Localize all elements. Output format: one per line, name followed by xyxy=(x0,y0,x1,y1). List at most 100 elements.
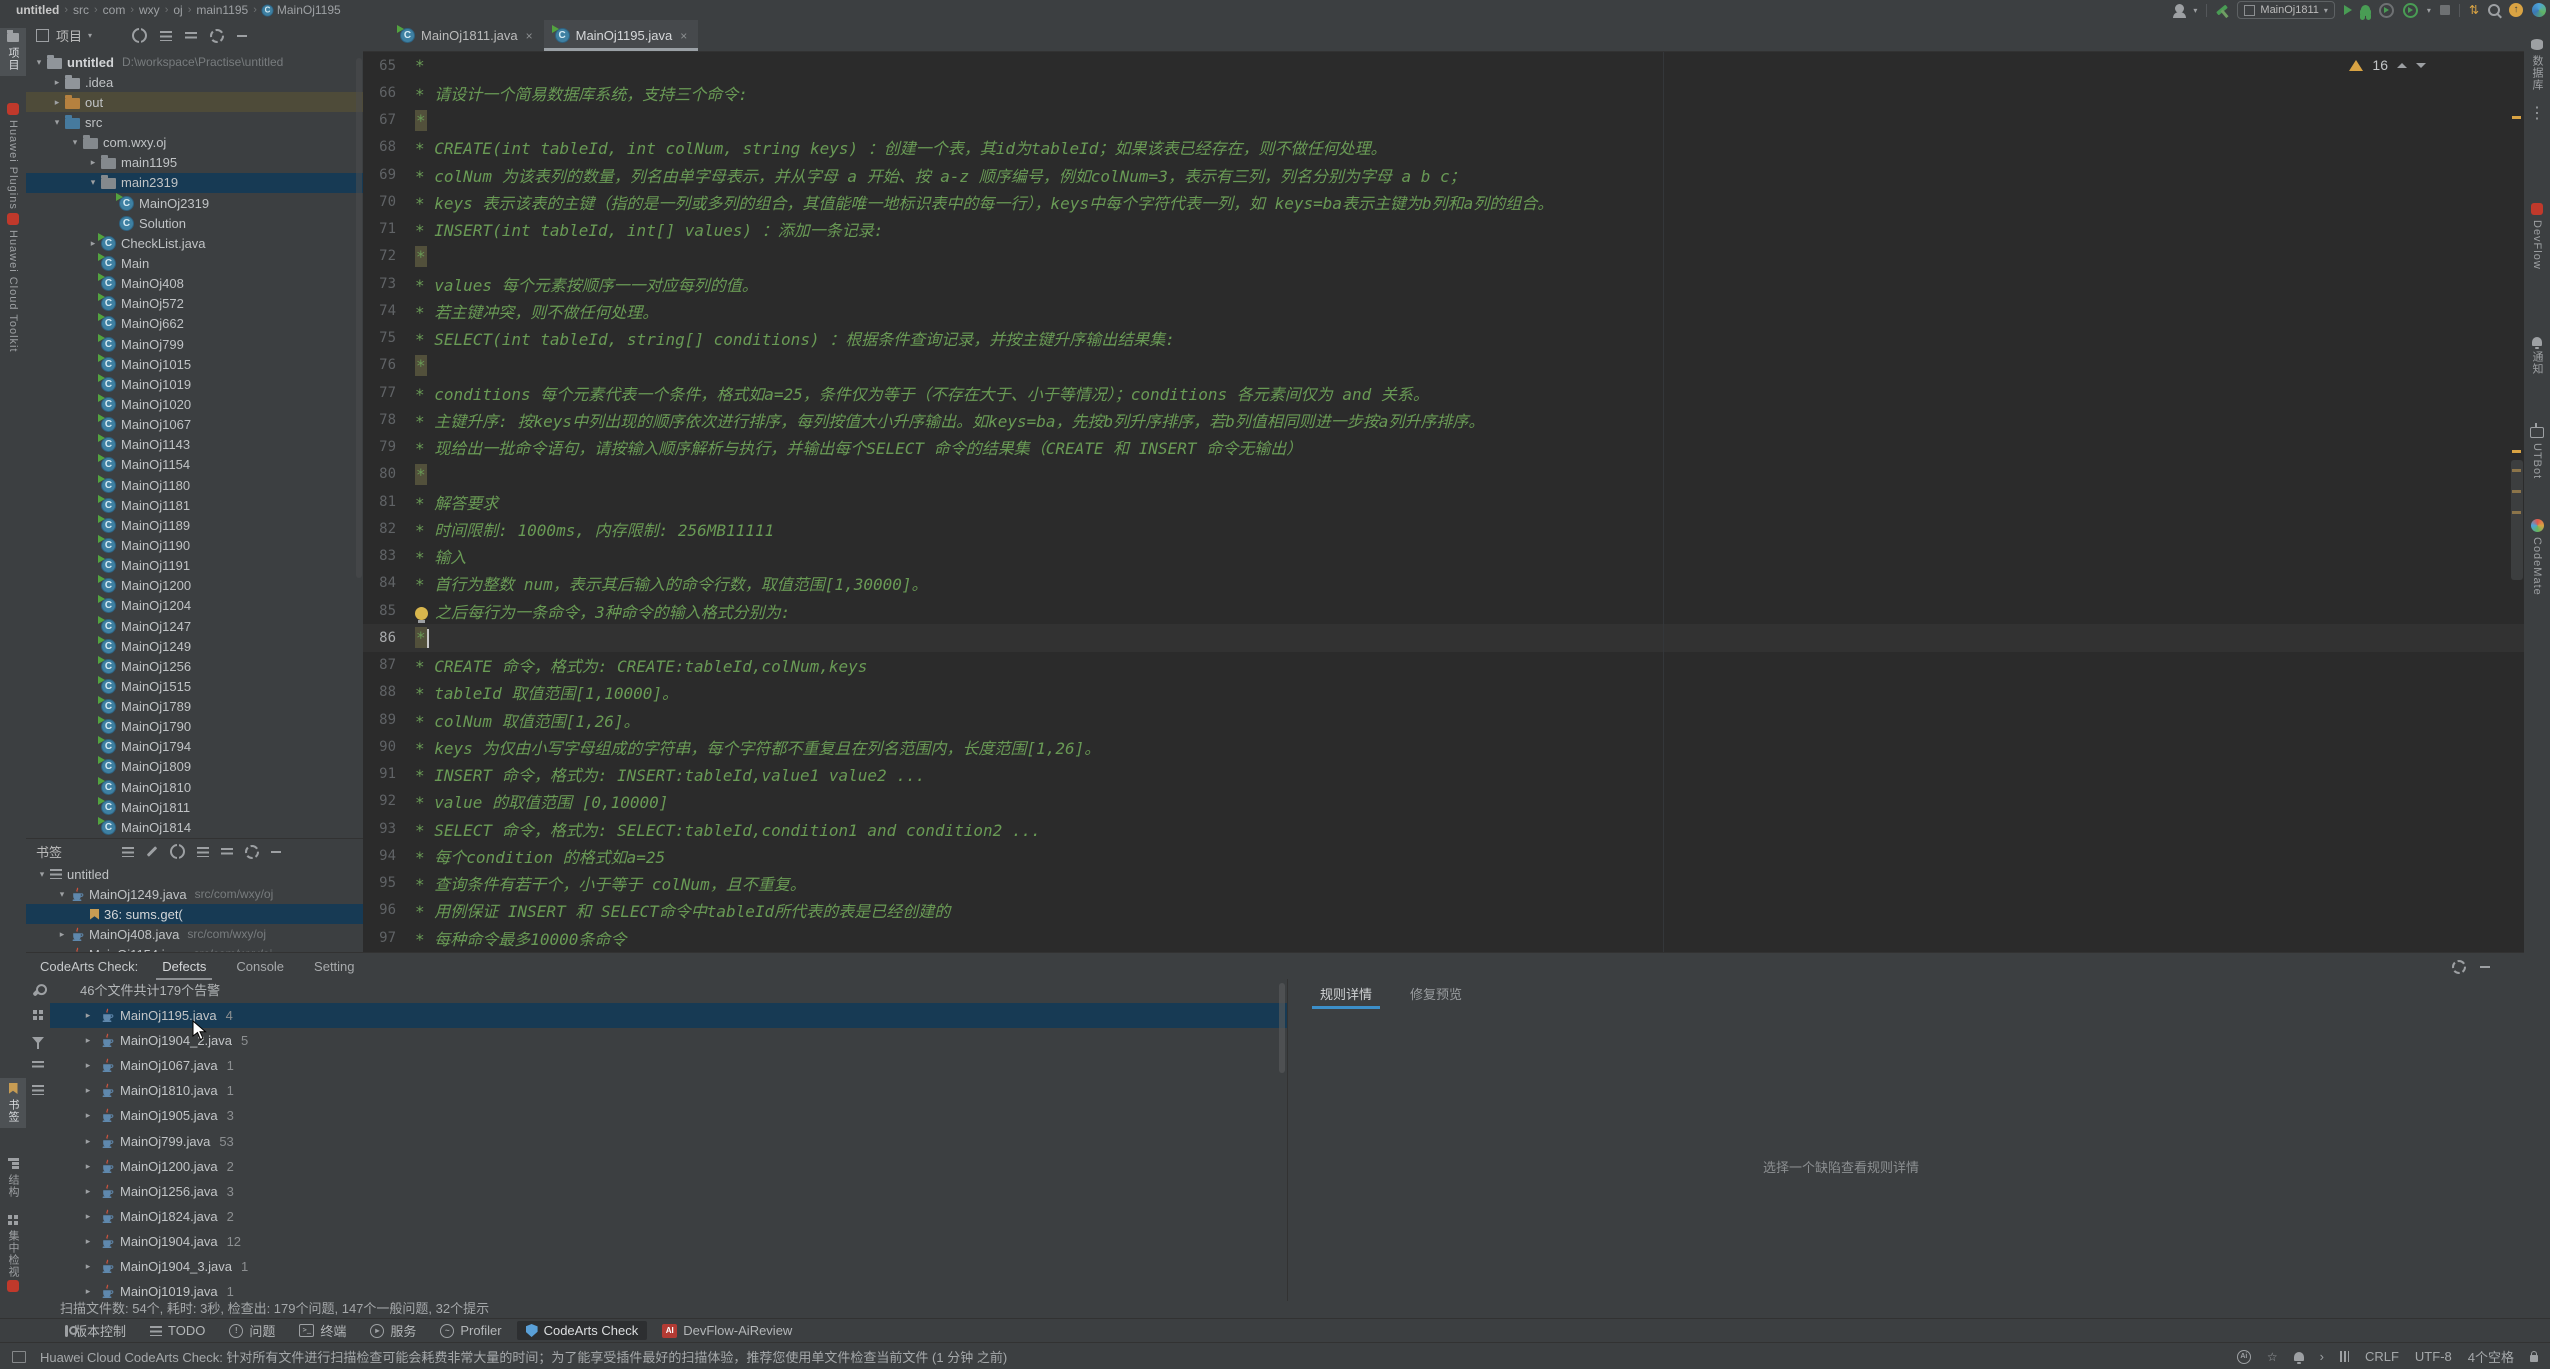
toolwindow-button-Profiler[interactable]: ~Profiler xyxy=(431,1321,510,1340)
project-panel-title[interactable]: 项目 xyxy=(56,26,82,45)
project-tree-row[interactable]: CMainOj1189 xyxy=(26,515,363,535)
warning-mark[interactable] xyxy=(2512,116,2521,119)
tree-toggle-icon[interactable]: ▾ xyxy=(49,117,65,128)
error-stripe[interactable] xyxy=(2510,52,2524,952)
expand-all-icon[interactable] xyxy=(32,1085,44,1095)
line-separator-indicator[interactable]: CRLF xyxy=(2365,1349,2399,1364)
project-tree-row[interactable]: CMainOj1809 xyxy=(26,757,363,777)
line-number[interactable]: 92 xyxy=(363,793,409,809)
toolwindow-button-CodeArts Check[interactable]: CodeArts Check xyxy=(517,1321,648,1340)
code-text[interactable]: * 请设计一个简易数据库系统，支持三个命令: xyxy=(409,81,748,105)
run-configuration-select[interactable]: MainOj1811 ▾ xyxy=(2237,1,2335,19)
code-line-67[interactable]: 67* xyxy=(363,107,2524,134)
project-tree-row[interactable]: ▾com.wxy.oj xyxy=(26,133,363,153)
code-text[interactable]: * 解答要求 xyxy=(409,490,498,514)
line-number[interactable]: 81 xyxy=(363,494,409,510)
project-tree-row[interactable]: CMainOj1190 xyxy=(26,535,363,555)
stripe-item-数据库[interactable]: 数据库 xyxy=(2524,34,2550,96)
tree-toggle-icon[interactable]: ▸ xyxy=(80,1136,96,1147)
code-line-96[interactable]: 96* 用例保证 INSERT 和 SELECT命令中tableId所代表的表是… xyxy=(363,897,2524,924)
project-tree-row[interactable]: CMainOj1019 xyxy=(26,374,363,394)
tree-toggle-icon[interactable]: ▸ xyxy=(80,1010,96,1021)
chevron-down-icon[interactable]: ▾ xyxy=(88,31,92,40)
collapse-all-icon[interactable] xyxy=(32,1061,44,1068)
project-tree-row[interactable]: ▾src xyxy=(26,112,363,132)
bookmark-tree-row[interactable]: ▾MainOj1249.javasrc/com/wxy/oj xyxy=(26,884,363,904)
hide-panel-icon[interactable] xyxy=(237,35,247,37)
code-line-81[interactable]: 81* 解答要求 xyxy=(363,488,2524,515)
tree-toggle-icon[interactable]: ▾ xyxy=(54,889,70,900)
encoding-indicator[interactable]: UTF-8 xyxy=(2415,1349,2452,1364)
code-line-87[interactable]: 87* CREATE 命令，格式为: CREATE:tableId,colNum… xyxy=(363,652,2524,679)
project-tree-row[interactable]: CMainOj1515 xyxy=(26,676,363,696)
intention-bulb-icon[interactable] xyxy=(415,607,428,620)
close-tab-icon[interactable]: × xyxy=(526,29,533,43)
code-line-83[interactable]: 83* 输入 xyxy=(363,543,2524,570)
project-tree-row[interactable]: CMainOj1814 xyxy=(26,817,363,837)
defect-file-row[interactable]: ▸MainOj1904_3.java1 xyxy=(50,1254,1287,1279)
run-button[interactable] xyxy=(2344,5,2352,15)
code-line-95[interactable]: 95* 查询条件有若干个，小于等于 colNum，且不重复。 xyxy=(363,870,2524,897)
project-tree-row[interactable]: CMainOj799 xyxy=(26,334,363,354)
editor-body[interactable]: 65*66* 请设计一个简易数据库系统，支持三个命令:67*68* CREATE… xyxy=(363,52,2524,952)
stripe-item-UTBot[interactable]: UTBot xyxy=(2524,418,2550,484)
restore-windows-icon[interactable] xyxy=(12,1351,26,1363)
project-tree-row[interactable]: CMainOj1247 xyxy=(26,616,363,636)
panel-hide-icon[interactable] xyxy=(2480,966,2490,968)
tree-toggle-icon[interactable]: ▸ xyxy=(80,1236,96,1247)
tree-toggle-icon[interactable]: ▾ xyxy=(31,57,47,68)
code-line-71[interactable]: 71* INSERT(int tableId, int[] values) ：添… xyxy=(363,216,2524,243)
defect-file-row[interactable]: ▸MainOj1200.java2 xyxy=(50,1154,1287,1179)
build-hammer-icon[interactable] xyxy=(2217,5,2229,16)
line-number[interactable]: 93 xyxy=(363,821,409,837)
breadcrumb-item[interactable]: main1195 xyxy=(196,3,248,17)
line-number[interactable]: 84 xyxy=(363,575,409,591)
code-line-84[interactable]: 84* 首行为整数 num，表示其后输入的命令行数，取值范围[1,30000]。 xyxy=(363,570,2524,597)
breadcrumb-item[interactable]: untitled xyxy=(16,3,59,17)
expand-all-icon[interactable] xyxy=(160,31,172,41)
project-tree-row[interactable]: CMain xyxy=(26,253,363,273)
defect-file-row[interactable]: ▸MainOj1904.java12 xyxy=(50,1229,1287,1254)
tree-toggle-icon[interactable]: ▸ xyxy=(80,1161,96,1172)
defects-scrollbar[interactable] xyxy=(1279,983,1285,1073)
stripe-more-icon[interactable]: ⋮ xyxy=(2524,98,2550,128)
line-number[interactable]: 69 xyxy=(363,167,409,183)
code-text[interactable]: * 每个condition 的格式如a=25 xyxy=(409,844,665,868)
tree-toggle-icon[interactable]: ▸ xyxy=(80,1035,96,1046)
line-number[interactable]: 76 xyxy=(363,357,409,373)
editor-tab-MainOj1811.java[interactable]: CMainOj1811.java× xyxy=(389,20,544,51)
defect-file-row[interactable]: ▸MainOj1824.java2 xyxy=(50,1204,1287,1229)
toolwindow-button-TODO[interactable]: TODO xyxy=(141,1321,214,1340)
project-tree-row[interactable]: CMainOj408 xyxy=(26,274,363,294)
ide-services-icon[interactable] xyxy=(2532,3,2546,17)
project-tree-row[interactable]: ▾main2319 xyxy=(26,173,363,193)
line-number[interactable]: 71 xyxy=(363,221,409,237)
bookmarks-collapse-all-icon[interactable] xyxy=(221,848,233,855)
code-text[interactable]: * xyxy=(409,356,427,375)
code-line-92[interactable]: 92* value 的取值范围 [0,10000] xyxy=(363,788,2524,815)
code-line-90[interactable]: 90* keys 为仅由小写字母组成的字符串，每个字符都不重复且在列名范围内，长… xyxy=(363,733,2524,760)
code-line-89[interactable]: 89* colNum 取值范围[1,26]。 xyxy=(363,706,2524,733)
breadcrumb-item[interactable]: com xyxy=(103,3,126,17)
project-tree-row[interactable]: CMainOj1790 xyxy=(26,717,363,737)
code-area[interactable]: 65*66* 请设计一个简易数据库系统，支持三个命令:67*68* CREATE… xyxy=(363,52,2524,951)
line-number[interactable]: 86 xyxy=(363,630,409,646)
stripe-item-review-icon[interactable] xyxy=(0,1275,26,1297)
code-text[interactable]: * tableId 取值范围[1,10000]。 xyxy=(409,680,678,704)
editor-tab-MainOj1195.java[interactable]: CMainOj1195.java× xyxy=(544,20,699,51)
line-number[interactable]: 70 xyxy=(363,194,409,210)
defect-file-row[interactable]: ▸MainOj1904_2.java5 xyxy=(50,1028,1287,1053)
code-text[interactable]: * keys 为仅由小写字母组成的字符串，每个字符都不重复且在列名范围内，长度范… xyxy=(409,735,1100,759)
stripe-item-project[interactable]: 项目 xyxy=(0,28,26,76)
chevron-right-icon[interactable]: › xyxy=(2320,1349,2324,1364)
project-tree-row[interactable]: CMainOj1191 xyxy=(26,556,363,576)
line-number[interactable]: 95 xyxy=(363,875,409,891)
tree-toggle-icon[interactable]: ▸ xyxy=(80,1186,96,1197)
bookmarks-hide-icon[interactable] xyxy=(271,851,281,853)
bookmark-tree-row[interactable]: ▸MainOj1154.javasrc/com/wxy/oj xyxy=(26,944,363,952)
panel-settings-gear-icon[interactable] xyxy=(2452,960,2466,974)
code-line-78[interactable]: 78* 主键升序: 按keys中列出现的顺序依次进行排序，每列按值大小升序输出。… xyxy=(363,406,2524,433)
tab-修复预览[interactable]: 修复预览 xyxy=(1408,979,1464,1008)
code-text[interactable]: * keys 表示该表的主键（指的是一列或多列的组合，其值能唯一地标识表中的每一… xyxy=(409,190,1553,214)
project-tree-row[interactable]: ▾untitledD:\workspace\Practise\untitled xyxy=(26,52,363,72)
